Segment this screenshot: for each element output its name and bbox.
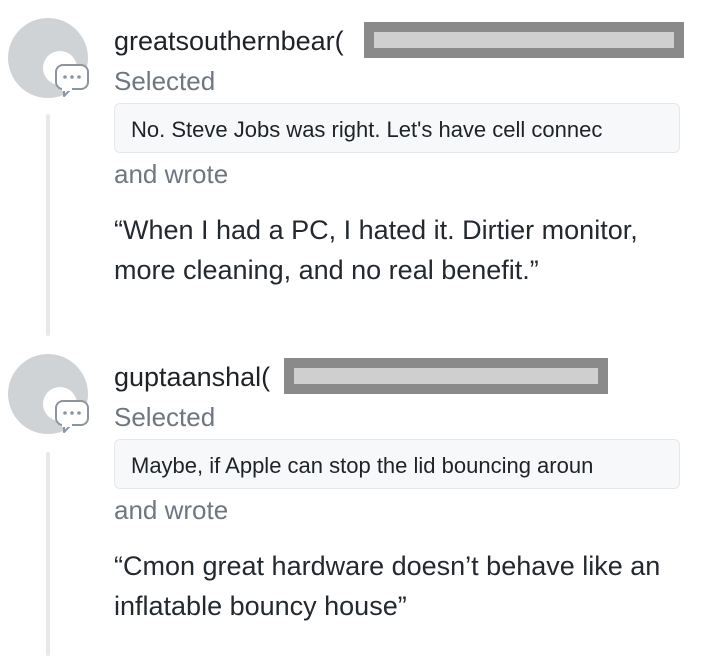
default-avatar-icon xyxy=(8,354,89,434)
redaction-block xyxy=(284,358,608,394)
comment-item: greatsouthernbear( Selected No. Steve Jo… xyxy=(114,22,694,302)
thread-line xyxy=(46,114,50,336)
comment-body: “When I had a PC, I hated it. Dirtier mo… xyxy=(114,215,638,285)
user-avatar[interactable] xyxy=(8,354,90,434)
selected-quote-text: Maybe, if Apple can stop the lid bouncin… xyxy=(131,453,594,478)
selected-quote-text: No. Steve Jobs was right. Let's have cel… xyxy=(131,117,603,142)
selected-quote[interactable]: Maybe, if Apple can stop the lid bouncin… xyxy=(114,439,680,489)
selected-label: Selected xyxy=(114,66,216,96)
thread-line xyxy=(46,452,50,656)
comment-author[interactable]: guptaanshal( xyxy=(114,362,270,393)
comment-item: guptaanshal( Selected Maybe, if Apple ca… xyxy=(114,358,694,638)
comment-author[interactable]: greatsouthernbear( xyxy=(114,26,344,57)
author-row: guptaanshal( xyxy=(114,358,694,394)
author-row: greatsouthernbear( xyxy=(114,22,694,58)
user-avatar[interactable] xyxy=(8,18,90,98)
default-avatar-icon xyxy=(8,18,89,98)
selected-label: Selected xyxy=(114,402,216,432)
selected-quote[interactable]: No. Steve Jobs was right. Let's have cel… xyxy=(114,103,680,153)
redaction-block xyxy=(364,22,684,58)
comment-body: “Cmon great hardware doesn’t behave like… xyxy=(114,551,661,621)
wrote-label: and wrote xyxy=(114,495,229,525)
wrote-label: and wrote xyxy=(114,159,229,189)
